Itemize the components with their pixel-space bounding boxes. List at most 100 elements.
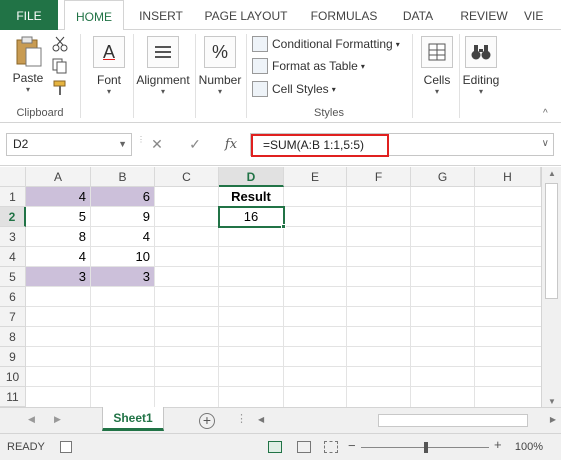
- vertical-scrollbar[interactable]: ▲ ▼: [541, 167, 561, 411]
- editing-button[interactable]: Editing ▾: [460, 36, 502, 97]
- tab-data[interactable]: DATA: [394, 0, 442, 30]
- collapse-ribbon-icon[interactable]: ^: [543, 108, 559, 124]
- cell-A4[interactable]: 4: [26, 247, 91, 267]
- tab-formulas[interactable]: FORMULAS: [303, 0, 385, 30]
- scroll-up-icon[interactable]: ▲: [542, 169, 561, 178]
- cell-B5[interactable]: 3: [91, 267, 155, 287]
- paste-button[interactable]: Paste ▾: [8, 36, 48, 95]
- enter-icon[interactable]: ✓: [184, 133, 206, 156]
- cell-B4[interactable]: 10: [91, 247, 155, 267]
- normal-view-icon[interactable]: [268, 441, 282, 453]
- row-header[interactable]: 6: [0, 287, 26, 307]
- prev-sheet-icon[interactable]: ◀: [28, 414, 35, 425]
- tab-insert[interactable]: INSERT: [130, 0, 192, 30]
- tab-review[interactable]: REVIEW: [452, 0, 516, 30]
- ribbon: Paste ▾ Clipboard A Font ▾ Alignment ▾ %…: [0, 30, 561, 123]
- chevron-down-icon[interactable]: ▼: [118, 134, 127, 155]
- cell-B1[interactable]: 6: [91, 187, 155, 207]
- row-header[interactable]: 10: [0, 367, 26, 387]
- formula-bar-grip: ⋮: [137, 135, 145, 144]
- scroll-left-icon[interactable]: ◀: [258, 415, 264, 424]
- row-header[interactable]: 7: [0, 307, 26, 327]
- name-box[interactable]: D2 ▼: [6, 133, 132, 156]
- chevron-down-icon: ▾: [160, 87, 165, 96]
- zoom-level[interactable]: 100%: [515, 441, 543, 453]
- formula-input[interactable]: =SUM(A:B 1:1,5:5) ∨: [250, 133, 554, 157]
- column-header[interactable]: B: [91, 167, 155, 187]
- row-header[interactable]: 4: [0, 247, 26, 267]
- cut-icon[interactable]: [52, 36, 68, 52]
- column-header[interactable]: A: [26, 167, 91, 187]
- worksheet-grid[interactable]: A B C D E F G H 1 2 3 4 5 6 7 8 9 10 11 …: [0, 167, 541, 407]
- cells-label: Cells: [423, 73, 451, 87]
- next-sheet-icon[interactable]: ▶: [54, 414, 61, 425]
- sheet-tab-sheet1[interactable]: Sheet1: [102, 407, 164, 431]
- column-header[interactable]: F: [347, 167, 411, 187]
- chevron-down-icon: ▾: [25, 85, 30, 94]
- insert-function-button[interactable]: fx: [220, 133, 242, 156]
- chevron-down-icon: ▾: [106, 87, 111, 96]
- column-header[interactable]: D: [219, 167, 284, 187]
- paste-label: Paste: [12, 71, 44, 85]
- chevron-down-icon[interactable]: ∨: [542, 138, 549, 149]
- font-icon: A: [93, 36, 125, 68]
- tab-home[interactable]: HOME: [64, 0, 124, 31]
- status-ready: READY: [7, 441, 45, 453]
- row-header[interactable]: 1: [0, 187, 26, 207]
- add-sheet-icon[interactable]: +: [199, 413, 215, 429]
- column-header[interactable]: H: [475, 167, 541, 187]
- row-header[interactable]: 11: [0, 387, 26, 407]
- percent-icon: %: [204, 36, 236, 68]
- formula-bar: D2 ▼ ⋮ ✕ ✓ fx =SUM(A:B 1:1,5:5) ∨: [0, 123, 561, 166]
- cell-A5[interactable]: 3: [26, 267, 91, 287]
- select-all-corner[interactable]: [0, 167, 26, 187]
- scroll-right-icon[interactable]: ▶: [550, 415, 556, 424]
- cell-A1[interactable]: 4: [26, 187, 91, 207]
- row-header[interactable]: 5: [0, 267, 26, 287]
- horizontal-scroll-thumb[interactable]: [378, 414, 528, 427]
- vertical-scroll-thumb[interactable]: [545, 183, 558, 299]
- cell-B3[interactable]: 4: [91, 227, 155, 247]
- sheet-tab-bar: ◀ ▶ Sheet1 + ⋮ ◀ ▶: [0, 407, 561, 433]
- format-painter-icon[interactable]: [52, 80, 68, 96]
- tab-file[interactable]: FILE: [0, 0, 58, 30]
- cell-D1[interactable]: Result: [219, 187, 284, 207]
- cancel-icon[interactable]: ✕: [146, 133, 168, 156]
- ribbon-tabs: FILE HOME INSERT PAGE LAYOUT FORMULAS DA…: [0, 0, 561, 31]
- alignment-label: Alignment: [136, 73, 190, 87]
- cell-A3[interactable]: 8: [26, 227, 91, 247]
- row-header[interactable]: 2: [0, 207, 26, 227]
- page-layout-view-icon[interactable]: [297, 441, 311, 453]
- chevron-down-icon: ▾: [217, 87, 222, 96]
- zoom-slider-knob[interactable]: [424, 442, 428, 453]
- group-separator: [80, 34, 81, 118]
- number-button[interactable]: % Number ▾: [196, 36, 244, 97]
- horizontal-scrollbar[interactable]: ◀ ▶: [258, 413, 556, 428]
- font-label: Font: [96, 73, 121, 87]
- tab-view[interactable]: VIE: [524, 0, 561, 30]
- copy-icon[interactable]: [52, 58, 68, 74]
- column-header[interactable]: E: [284, 167, 347, 187]
- font-button[interactable]: A Font ▾: [90, 36, 128, 97]
- zoom-in-icon[interactable]: +: [494, 437, 502, 452]
- row-header[interactable]: 3: [0, 227, 26, 247]
- fill-handle[interactable]: [281, 224, 286, 229]
- cell-B2[interactable]: 9: [91, 207, 155, 227]
- tab-page-layout[interactable]: PAGE LAYOUT: [200, 0, 292, 30]
- column-header[interactable]: C: [155, 167, 219, 187]
- scroll-down-icon[interactable]: ▼: [542, 397, 561, 406]
- tab-split-handle[interactable]: ⋮: [236, 412, 247, 425]
- macro-record-icon[interactable]: [60, 441, 72, 453]
- number-label: Number: [198, 73, 242, 87]
- zoom-out-icon[interactable]: −: [348, 438, 356, 453]
- cell-A2[interactable]: 5: [26, 207, 91, 227]
- row-header[interactable]: 9: [0, 347, 26, 367]
- formula-text: =SUM(A:B 1:1,5:5): [251, 134, 389, 157]
- row-header[interactable]: 8: [0, 327, 26, 347]
- alignment-button[interactable]: Alignment ▾: [134, 36, 192, 97]
- column-header[interactable]: G: [411, 167, 475, 187]
- name-box-value: D2: [13, 137, 29, 151]
- editing-label: Editing: [462, 73, 500, 87]
- page-break-view-icon[interactable]: [324, 441, 338, 453]
- cells-button[interactable]: Cells ▾: [418, 36, 456, 97]
